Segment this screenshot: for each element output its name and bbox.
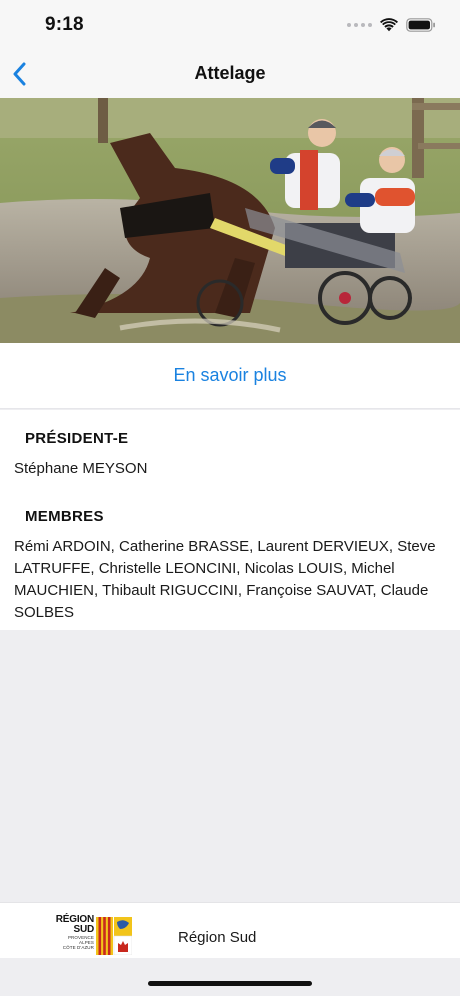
battery-icon xyxy=(406,18,435,32)
screen: 9:18 Attelage En savoir plus PRÉSIDENT-E… xyxy=(0,0,460,996)
logo-small3: CÔTE D'AZUR xyxy=(62,945,94,950)
carriage-driving-photo xyxy=(0,98,460,343)
footer-bar: RÉGION SUD PROVENCE ALPES CÔTE D'AZUR Ré… xyxy=(0,903,460,958)
wifi-icon xyxy=(380,18,398,32)
members-heading: MEMBRES xyxy=(25,508,104,525)
president-name: Stéphane MEYSON xyxy=(14,460,148,477)
top-bar: 9:18 Attelage xyxy=(0,0,460,98)
details-section: PRÉSIDENT-E Stéphane MEYSON MEMBRES Rémi… xyxy=(0,410,460,630)
page-title: Attelage xyxy=(194,63,266,83)
hero-image xyxy=(0,98,460,343)
members-list: Rémi ARDOIN, Catherine BRASSE, Laurent D… xyxy=(14,538,436,621)
logo-wordmark: RÉGION SUD PROVENCE ALPES CÔTE D'AZUR xyxy=(46,915,94,951)
footer-label[interactable]: Région Sud xyxy=(178,929,256,946)
region-emblem-icon xyxy=(96,917,132,955)
more-info-row: En savoir plus xyxy=(0,343,460,409)
status-time: 9:18 xyxy=(45,14,84,35)
region-sud-logo: RÉGION SUD PROVENCE ALPES CÔTE D'AZUR xyxy=(46,915,132,957)
more-info-link[interactable]: En savoir plus xyxy=(173,365,286,386)
cellular-signal-icon xyxy=(347,23,372,27)
status-icons xyxy=(347,16,436,34)
president-heading: PRÉSIDENT-E xyxy=(25,430,129,447)
logo-line2: SUD xyxy=(73,924,94,935)
home-indicator[interactable] xyxy=(148,981,312,986)
